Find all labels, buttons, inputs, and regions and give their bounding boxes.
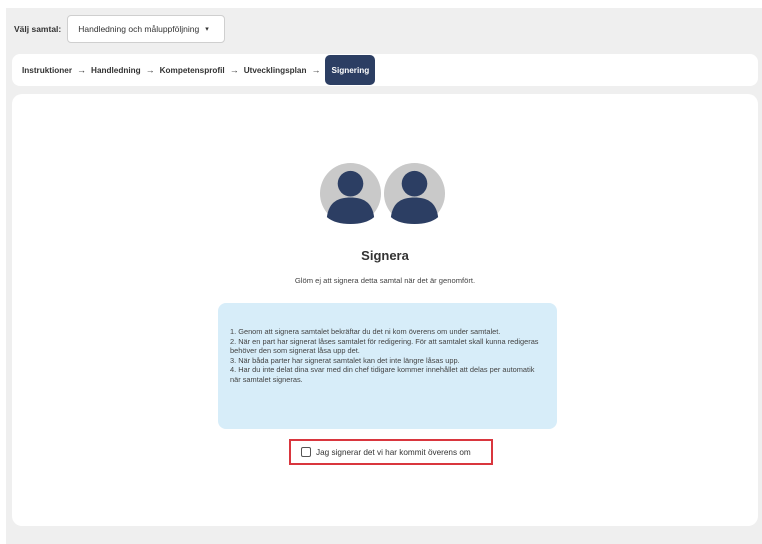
list-item: 3. När båda parter har signerat samtalet…: [230, 355, 460, 365]
arrow-right-icon: →: [311, 65, 321, 75]
participants-avatars: [319, 162, 449, 226]
user-avatar-icon: [383, 162, 446, 225]
signing-card: Signera Glöm ej att signera detta samtal…: [12, 94, 758, 526]
conversation-select[interactable]: Handledning och måluppföljning ▾: [67, 15, 226, 43]
list-item: 1. Genom att signera samtalet bekräftar …: [230, 327, 501, 336]
user-avatar-icon: [319, 162, 382, 225]
breadcrumb: Instruktioner → Handledning → Kompetensp…: [12, 54, 758, 86]
selector-label: Välj samtal:: [14, 24, 62, 34]
arrow-right-icon: →: [229, 65, 239, 75]
arrow-right-icon: →: [77, 65, 87, 75]
breadcrumb-step-instruktioner[interactable]: Instruktioner: [22, 66, 72, 75]
select-value: Handledning och måluppföljning: [78, 24, 200, 34]
breadcrumb-step-handledning[interactable]: Handledning: [91, 66, 141, 75]
sign-checkbox-label[interactable]: Jag signerar det vi har kommit överens o…: [316, 448, 471, 457]
list-item: 4. Har du inte delat dina svar med din c…: [230, 365, 535, 384]
breadcrumb-step-utvecklingsplan[interactable]: Utvecklingsplan: [244, 66, 307, 75]
signing-info-box: 1. Genom att signera samtalet bekräftar …: [218, 303, 557, 429]
page-title: Signera: [361, 248, 409, 263]
conversation-selector: Välj samtal: Handledning och måluppföljn…: [14, 14, 226, 44]
page-subtitle: Glöm ej att signera detta samtal när det…: [294, 276, 476, 285]
sign-checkbox[interactable]: [301, 447, 311, 457]
arrow-right-icon: →: [145, 65, 155, 75]
sign-agreement-row[interactable]: Jag signerar det vi har kommit överens o…: [289, 439, 493, 465]
breadcrumb-step-kompetensprofil[interactable]: Kompetensprofil: [160, 66, 225, 75]
signing-info-list: 1. Genom att signera samtalet bekräftar …: [230, 327, 543, 385]
chevron-down-icon: ▾: [205, 26, 209, 33]
list-item: 2. När en part har signerat låses samtal…: [230, 336, 539, 356]
breadcrumb-step-signering[interactable]: Signering: [325, 55, 376, 85]
